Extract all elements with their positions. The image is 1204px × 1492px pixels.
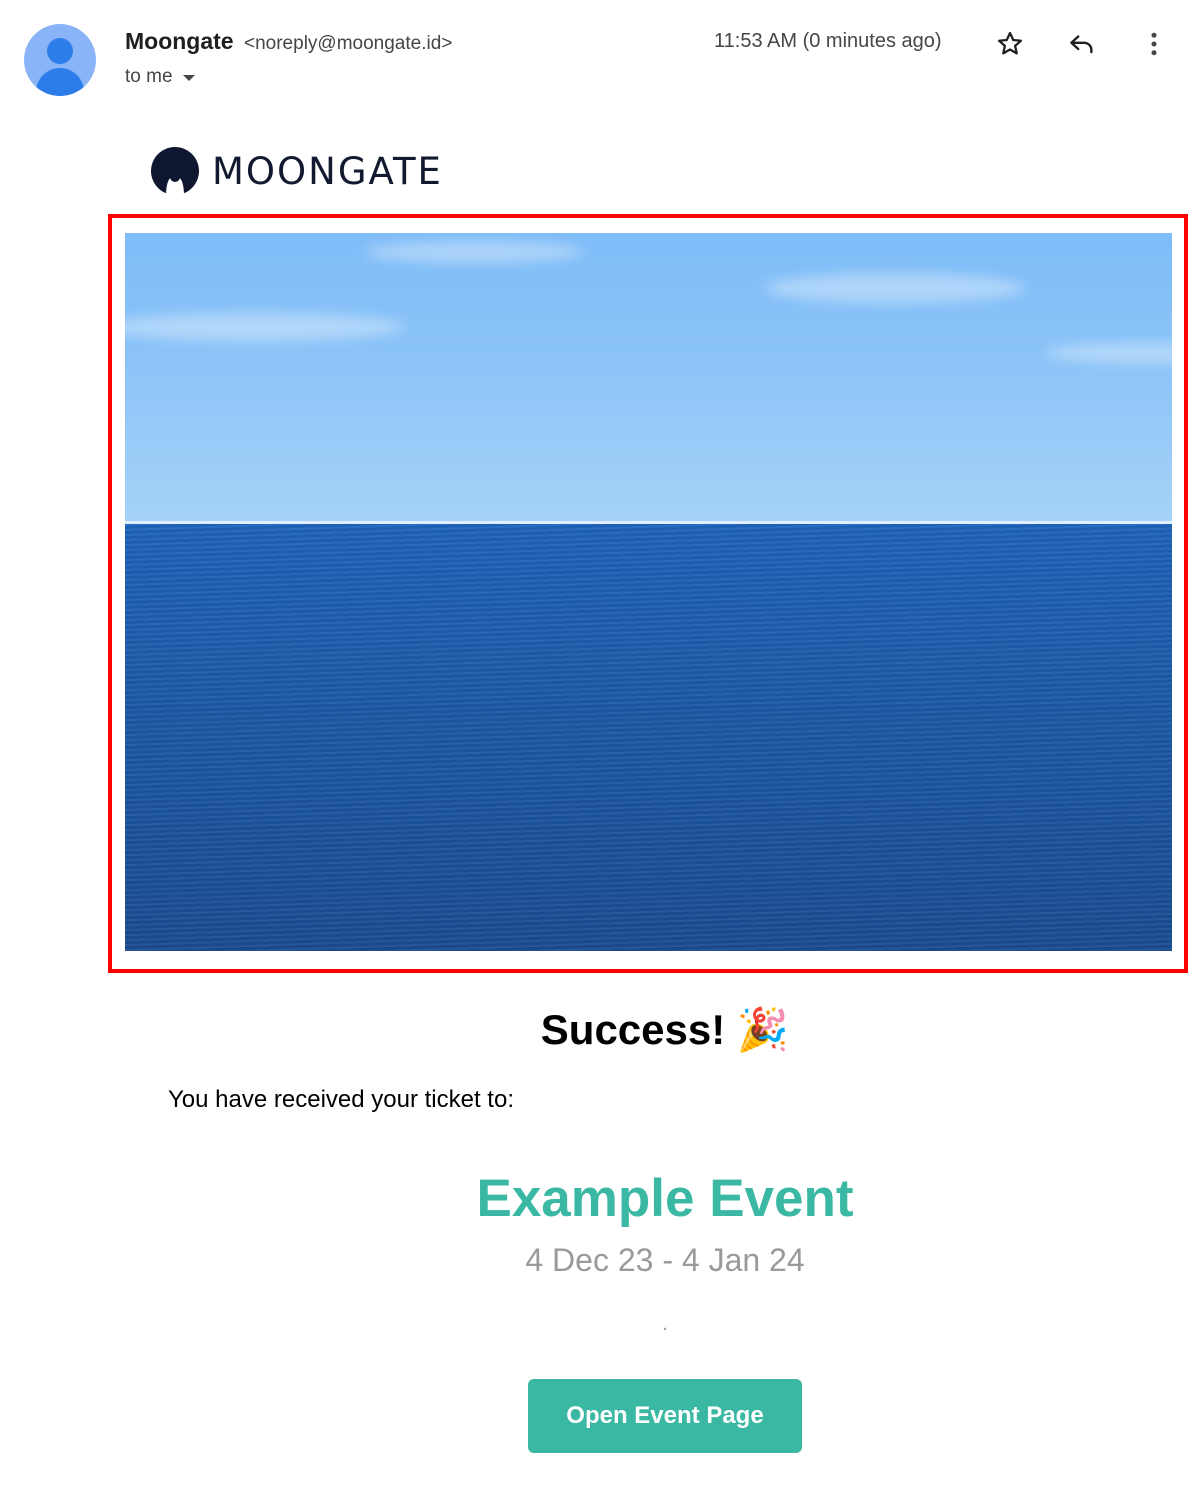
sender-address: <noreply@moongate.id> — [244, 33, 453, 54]
hero-cloud — [365, 241, 585, 263]
avatar-head-shape — [47, 38, 73, 64]
party-popper-icon: 🎉 — [736, 1006, 790, 1053]
event-dates: 4 Dec 23 - 4 Jan 24 — [525, 1242, 805, 1278]
reply-icon — [1070, 35, 1093, 54]
more-vert-icon — [1151, 32, 1157, 56]
hero-image-ocean[interactable] — [125, 233, 1172, 951]
event-separator: . — [662, 1313, 668, 1335]
moongate-logo-icon — [151, 147, 199, 196]
recipient-toggle[interactable]: to me — [125, 66, 195, 88]
hero-cloud — [765, 273, 1025, 303]
more-options-button[interactable] — [1134, 24, 1174, 64]
brand-wordmark: MOONGATE — [212, 149, 443, 193]
event-title: Example Event — [476, 1169, 854, 1228]
avatar-body-shape — [36, 68, 84, 96]
sender-name[interactable]: Moongate — [125, 28, 234, 54]
sender-avatar[interactable] — [24, 24, 96, 96]
hero-cloud — [1045, 343, 1172, 363]
chevron-down-icon[interactable] — [182, 75, 195, 81]
star-icon — [998, 31, 1022, 55]
brand-logo[interactable]: MOONGATE — [150, 146, 443, 196]
success-heading-text: Success! — [540, 1006, 726, 1053]
hero-sea — [125, 524, 1172, 951]
success-heading: Success! 🎉 — [0, 1006, 1204, 1055]
email-timestamp: 11:53 AM (0 minutes ago) — [714, 30, 942, 52]
ticket-intro-text: You have received your ticket to: — [168, 1086, 514, 1113]
hero-sky — [125, 233, 1172, 523]
hero-cloud — [125, 313, 405, 341]
sender-line: Moongate <noreply@moongate.id> — [125, 28, 452, 55]
reply-button[interactable] — [1062, 24, 1102, 64]
recipient-label: to me — [125, 66, 173, 87]
star-button[interactable] — [990, 24, 1030, 64]
open-event-page-button[interactable]: Open Event Page — [528, 1379, 802, 1453]
